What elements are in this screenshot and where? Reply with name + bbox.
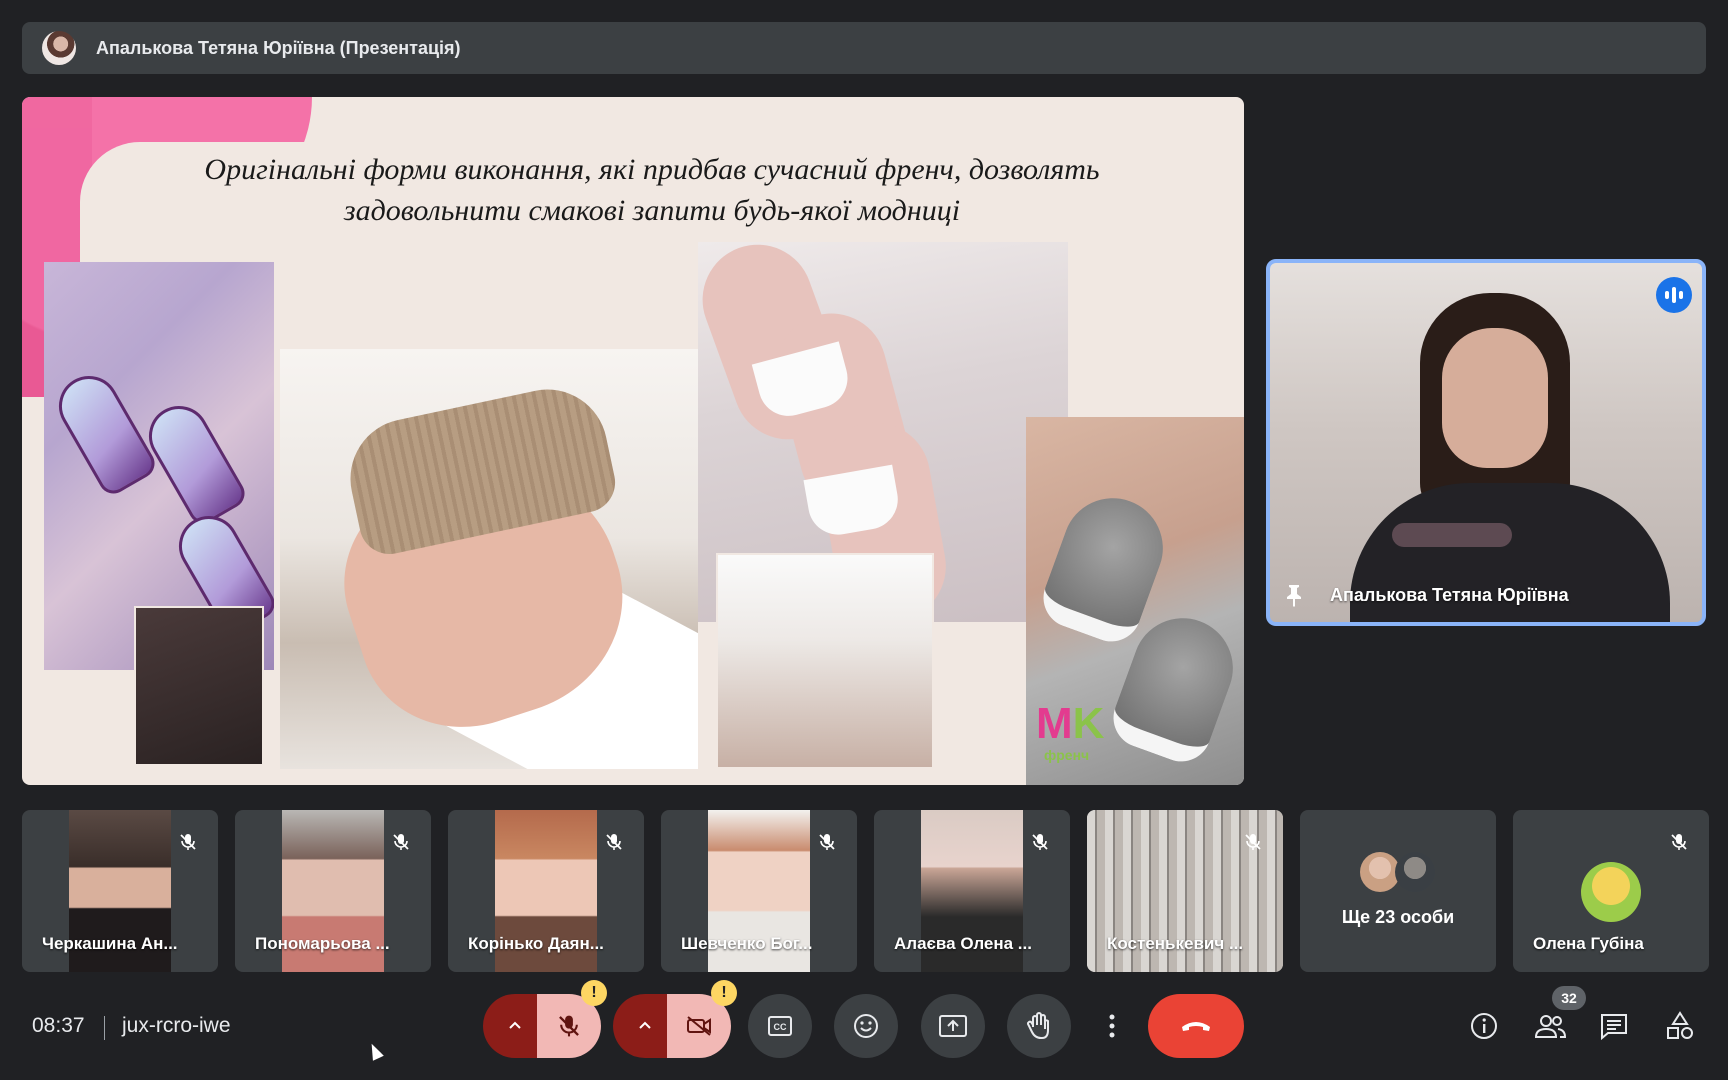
pin-icon[interactable] [1284, 583, 1304, 607]
activities-icon [1667, 1011, 1693, 1039]
slide-logo-sub: френч [1044, 747, 1090, 763]
slide-heading-line: задовольнити смакові запити будь-якої мо… [343, 194, 961, 227]
captions-button[interactable]: CC [748, 994, 812, 1058]
mic-off-icon [180, 834, 196, 850]
participant-name: Пономарьова ... [255, 934, 390, 953]
people-icon [1534, 1015, 1567, 1038]
chat-button[interactable] [1596, 1008, 1632, 1044]
mic-off-icon [559, 1015, 579, 1037]
slide-logo-m: M [1036, 699, 1073, 748]
activities-button[interactable] [1662, 1008, 1698, 1044]
mic-off-icon [1245, 834, 1261, 850]
mic-off-icon [393, 834, 409, 850]
participant-count-badge: 32 [1552, 986, 1586, 1010]
present-screen-icon [939, 1015, 967, 1037]
reactions-button[interactable] [834, 994, 898, 1058]
slide-photo-nails-grey: MK френч [1026, 417, 1244, 785]
more-participants-label: Ще 23 особи [1341, 907, 1455, 927]
slide-heading: Оригінальні форми виконання, які придбав… [102, 149, 1202, 231]
slide-photo-nails-blue [716, 553, 934, 769]
participant-tile[interactable]: Шевченко Бог... [661, 810, 857, 972]
present-screen-button[interactable] [921, 994, 985, 1058]
speaker-video [1392, 523, 1512, 547]
chevron-up-icon [639, 1021, 651, 1029]
participant-tile[interactable]: Олена Губіна [1513, 810, 1709, 972]
hand-icon [1027, 1012, 1049, 1039]
emoji-icon [854, 1014, 878, 1038]
participant-tile[interactable]: Пономарьова ... [235, 810, 431, 972]
chat-icon [1601, 1014, 1627, 1040]
presentation-header: Апалькова Тетяна Юріївна (Презентація) [22, 22, 1706, 74]
info-icon [1471, 1013, 1497, 1039]
speaker-video [1442, 328, 1548, 468]
closed-captions-icon: CC [768, 1016, 792, 1036]
slide-logo: MK [1036, 699, 1104, 749]
meeting-code: jux-rcro-iwe [122, 1014, 231, 1037]
nail-shape [48, 365, 160, 499]
end-call-icon [1182, 1022, 1210, 1031]
leave-call-button[interactable] [1148, 994, 1244, 1058]
participant-name: Корінько Даян... [468, 934, 604, 953]
participant-name: Олена Губіна [1533, 934, 1644, 953]
mic-off-icon [1032, 834, 1048, 850]
camera-off-icon [687, 1016, 711, 1036]
meeting-details-button[interactable] [1466, 1008, 1502, 1044]
camera-warning-badge: ! [711, 980, 737, 1006]
meeting-time: 08:37 [32, 1014, 85, 1037]
mic-warning-badge: ! [581, 980, 607, 1006]
participant-name: Костенькевич ... [1107, 934, 1244, 953]
slide-photo-nails-sleeve [280, 349, 698, 769]
participant-avatar [1360, 852, 1400, 892]
participant-tile[interactable]: Корінько Даян... [448, 810, 644, 972]
microphone-toggle-button[interactable]: ! [537, 980, 607, 1058]
speaker-name: Апалькова Тетяна Юріївна [1330, 585, 1569, 605]
divider [104, 1016, 105, 1040]
slide-heading-line: Оригінальні форми виконання, які придбав… [204, 153, 1100, 186]
more-vertical-icon [1109, 1014, 1115, 1038]
participant-tile[interactable]: Черкашина Ан... [22, 810, 218, 972]
chevron-up-icon [509, 1021, 521, 1029]
slide-photo-nails-small [134, 606, 264, 766]
more-options-button[interactable] [1080, 994, 1144, 1058]
mic-off-icon [819, 834, 835, 850]
presentation-slide: Оригінальні форми виконання, які придбав… [22, 97, 1244, 785]
people-button[interactable] [1532, 1008, 1568, 1044]
active-speaker-tile[interactable]: Апалькова Тетяна Юріївна [1266, 259, 1706, 626]
meeting-controls-bar: 08:37 jux-rcro-iwe ! ! CC 32 [0, 980, 1728, 1062]
participant-tile[interactable]: Костенькевич ... [1087, 810, 1283, 972]
participant-avatar [1395, 852, 1435, 892]
presenter-avatar [42, 31, 76, 65]
svg-text:CC: CC [774, 1022, 787, 1032]
presentation-title: Апалькова Тетяна Юріївна (Презентація) [96, 37, 461, 58]
mic-off-icon [606, 834, 622, 850]
more-participants-tile[interactable]: Ще 23 особи [1300, 810, 1496, 972]
participant-name: Шевченко Бог... [681, 934, 813, 953]
speaking-indicator-icon [1656, 277, 1692, 313]
participant-tile[interactable]: Алаєва Олена ... [874, 810, 1070, 972]
participant-avatar [1581, 862, 1641, 922]
participant-name: Черкашина Ан... [42, 934, 178, 953]
mic-off-icon [1671, 834, 1687, 850]
camera-toggle-button[interactable]: ! [667, 980, 737, 1058]
participant-name: Алаєва Олена ... [894, 934, 1032, 953]
raise-hand-button[interactable] [1007, 994, 1071, 1058]
slide-logo-k: K [1072, 699, 1105, 748]
